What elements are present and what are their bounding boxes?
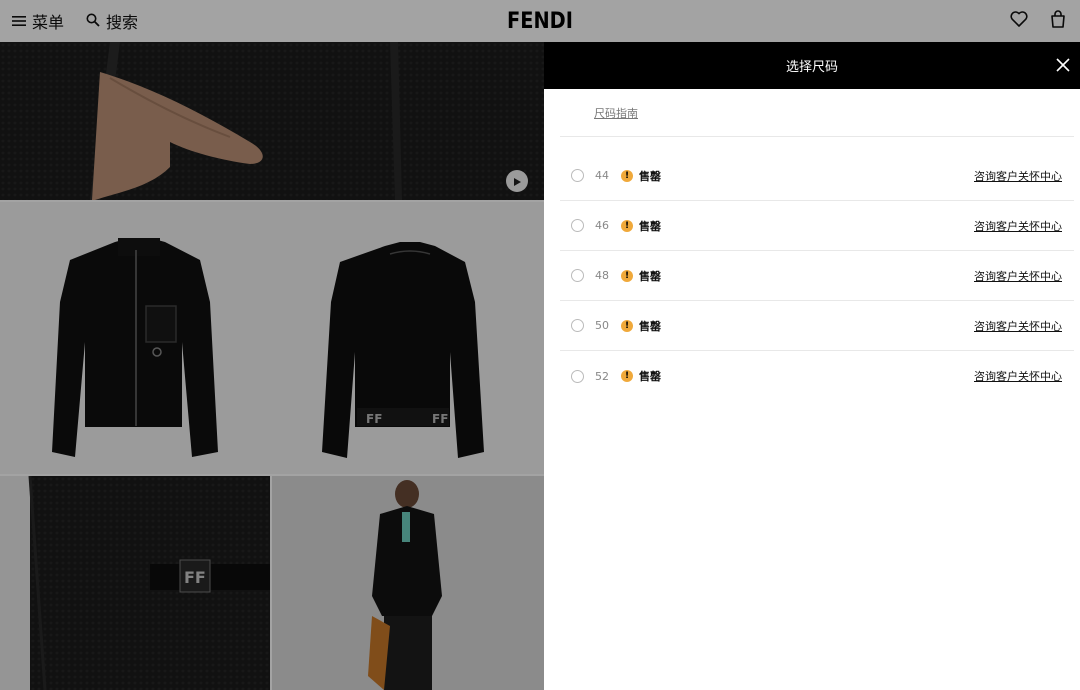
size-radio[interactable] [571, 319, 584, 332]
warning-icon: ! [621, 370, 633, 382]
warning-icon: ! [621, 269, 633, 282]
size-panel-header: 选择尺码 [544, 42, 1080, 89]
size-value: 50 [595, 319, 609, 332]
size-radio[interactable] [571, 269, 584, 282]
size-value: 52 [595, 369, 609, 383]
contact-customer-care-link[interactable]: 咨询客户关怀中心 [974, 168, 1062, 184]
size-value: 44 [595, 169, 609, 182]
contact-customer-care-link[interactable]: 咨询客户关怀中心 [974, 368, 1062, 384]
size-option-48[interactable]: 48 ! 售罄 咨询客户关怀中心 [560, 251, 1074, 301]
sold-out-label: 售罄 [639, 319, 661, 333]
size-radio[interactable] [571, 219, 584, 232]
size-radio[interactable] [571, 169, 584, 182]
size-option-50[interactable]: 50 ! 售罄 咨询客户关怀中心 [560, 301, 1074, 351]
size-selection-panel: 选择尺码 尺码指南 44 ! 售罄 咨询客户关怀中心 46 ! 售罄 咨询客户关… [544, 42, 1080, 690]
warning-icon: ! [621, 169, 633, 182]
size-guide-row: 尺码指南 [560, 89, 1074, 137]
size-list: 44 ! 售罄 咨询客户关怀中心 46 ! 售罄 咨询客户关怀中心 48 ! 售… [560, 151, 1074, 401]
size-option-44[interactable]: 44 ! 售罄 咨询客户关怀中心 [560, 151, 1074, 201]
size-guide-link[interactable]: 尺码指南 [594, 105, 638, 121]
contact-customer-care-link[interactable]: 咨询客户关怀中心 [974, 268, 1062, 284]
sold-out-label: 售罄 [639, 219, 661, 233]
size-panel-title: 选择尺码 [785, 60, 838, 75]
sold-out-label: 售罄 [639, 269, 661, 283]
contact-customer-care-link[interactable]: 咨询客户关怀中心 [974, 318, 1062, 334]
sold-out-label: 售罄 [639, 370, 661, 383]
size-radio[interactable] [571, 369, 584, 383]
warning-icon: ! [621, 219, 633, 232]
contact-customer-care-link[interactable]: 咨询客户关怀中心 [974, 218, 1062, 234]
size-option-52[interactable]: 52 ! 售罄 咨询客户关怀中心 [560, 351, 1074, 401]
close-icon[interactable] [1054, 56, 1072, 74]
size-option-46[interactable]: 46 ! 售罄 咨询客户关怀中心 [560, 201, 1074, 251]
warning-icon: ! [621, 319, 633, 332]
size-value: 48 [595, 269, 609, 282]
sold-out-label: 售罄 [639, 169, 661, 183]
size-value: 46 [595, 219, 609, 232]
